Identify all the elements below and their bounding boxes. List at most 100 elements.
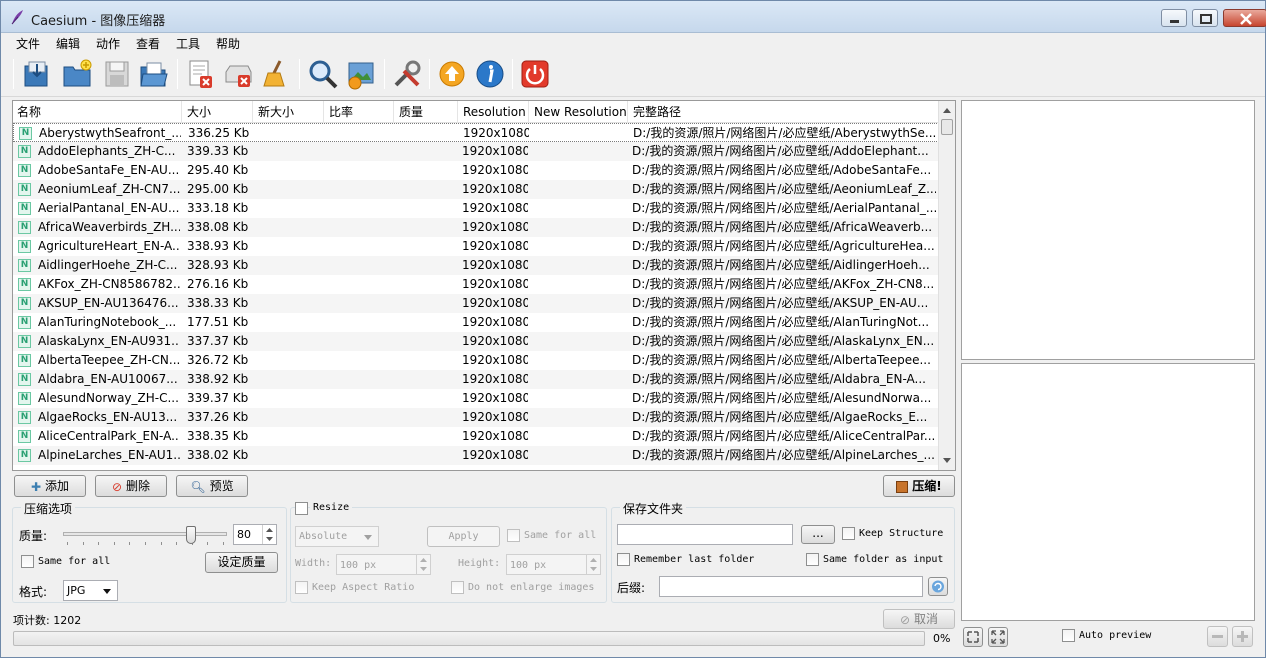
table-scrollbar[interactable] [938,101,955,470]
slider-tick [207,542,209,545]
no-enlarge-label: Do not enlarge images [468,582,595,593]
menu-tools[interactable]: 工具 [176,35,200,52]
suffix-refresh-button[interactable] [928,577,948,596]
menu-file[interactable]: 文件 [16,35,40,52]
menu-edit[interactable]: 编辑 [56,35,80,52]
format-select[interactable]: JPG [63,580,118,601]
browse-button[interactable]: ... [801,525,835,544]
image-file-icon: N [19,127,32,140]
compress-button[interactable]: 压缩! [883,475,955,497]
add-button[interactable]: ✚ 添加 [14,475,86,497]
tools-icon[interactable] [391,58,423,90]
keep-aspect-checkbox[interactable] [295,581,308,594]
table-row[interactable]: N AlbertaTeepee_ZH-CN... 326.72 Kb 1920x108… [13,351,939,370]
table-row[interactable]: N AerialPantanal_EN-AU... 333.18 Kb 1920x10… [13,199,939,218]
quality-spin-arrows[interactable] [262,525,276,544]
power-icon[interactable] [519,58,551,90]
preview-button[interactable]: 🔍︎ 预览 [176,475,248,497]
width-input[interactable]: 100 px [336,554,431,575]
col-name[interactable]: 名称 [13,101,182,123]
table-row[interactable]: N AdobeSantaFe_EN-AU... 295.40 Kb 1920x1080… [13,161,939,180]
scroll-thumb[interactable] [941,119,953,135]
cancel-button[interactable]: ⊘ 取消 [883,609,955,629]
cell-resolution: 1920x1080 [462,315,528,329]
table-row[interactable]: N AlgaeRocks_EN-AU13... 337.26 Kb 1920x1080… [13,408,939,427]
scroll-down-icon[interactable] [939,454,955,468]
table-row[interactable]: N AddoElephants_ZH-C... 339.33 Kb 1920x1080… [13,142,939,161]
set-quality-button[interactable]: 设定质量 [205,552,278,573]
table-row[interactable]: N AliceCentralPark_EN-A... 338.35 Kb 1920x1… [13,427,939,446]
no-enlarge-checkbox[interactable] [451,581,464,594]
clear-drive-icon[interactable] [222,58,254,90]
resize-checkbox[interactable] [295,502,308,515]
resize-apply-button[interactable]: Apply [427,526,500,547]
slider-handle[interactable] [186,526,197,544]
table-row[interactable]: N AeoniumLeaf_ZH-CN7... 295.00 Kb 1920x1080… [13,180,939,199]
open-list-icon[interactable] [138,58,170,90]
cell-size: 336.25 Kb [188,126,250,140]
cell-size: 338.93 Kb [187,239,249,253]
col-new-size[interactable]: 新大小 [254,101,324,123]
menu-help[interactable]: 帮助 [216,35,240,52]
quality-spinbox[interactable]: 80 [233,524,277,545]
table-row[interactable]: N AlesundNorway_ZH-C... 339.37 Kb 1920x1080… [13,389,939,408]
col-resolution[interactable]: Resolution [459,101,529,123]
col-quality[interactable]: 质量 [395,101,458,123]
table-row[interactable]: N AgricultureHeart_EN-A... 338.93 Kb 1920x1… [13,237,939,256]
cell-name: AlesundNorway_ZH-C... [38,391,179,405]
quality-same-for-all-checkbox[interactable] [21,555,34,568]
folder-add-icon[interactable] [61,58,93,90]
item-count: 项计数: 1202 [13,614,82,627]
height-spin-arrows[interactable] [586,555,600,574]
col-size[interactable]: 大小 [183,101,253,123]
same-folder-checkbox[interactable] [806,553,819,566]
resize-same-for-all-checkbox[interactable] [507,529,520,542]
col-new-resolution[interactable]: New Resolution [530,101,628,123]
broom-icon[interactable] [260,58,292,90]
width-spin-arrows[interactable] [416,555,430,574]
keep-structure-checkbox[interactable] [842,527,855,540]
table-row[interactable]: N AfricaWeaverbirds_ZH... 338.08 Kb 1920x10… [13,218,939,237]
remove-button[interactable]: ⊘ 删除 [95,475,167,497]
table-row[interactable]: N AlanTuringNotebook_... 177.51 Kb 1920x108… [13,313,939,332]
image-file-icon: N [18,259,31,272]
cell-path: D:/我的资源/照片/网络图片/必应壁纸/AKFox_ZH-CN8... [632,277,935,291]
magnifier-icon[interactable] [307,58,339,90]
table-row[interactable]: N AKSUP_EN-AU136476... 338.33 Kb 1920x1080 D… [13,294,939,313]
image-gear-icon[interactable] [345,58,377,90]
zoom-out-button[interactable] [1207,626,1228,647]
fit-original-button[interactable] [963,627,983,647]
table-row[interactable]: N AberystwythSeafront_... 336.25 Kb 1920x10… [13,123,939,142]
close-button[interactable] [1223,9,1266,27]
fullscreen-button[interactable] [988,627,1008,647]
table-row[interactable]: N AlpineLarches_EN-AU1... 338.02 Kb 1920x10… [13,446,939,465]
maximize-button[interactable] [1192,9,1218,27]
menu-action[interactable]: 动作 [96,35,120,52]
output-folder-title: 保存文件夹 [620,500,687,517]
update-icon[interactable] [436,58,468,90]
output-folder-input[interactable] [617,524,793,545]
info-icon[interactable] [474,58,506,90]
cell-size: 338.08 Kb [187,220,249,234]
cancel-label: 取消 [914,612,939,626]
remember-folder-checkbox[interactable] [617,553,630,566]
zoom-in-button[interactable] [1232,626,1253,647]
table-row[interactable]: N AKFox_ZH-CN8586782... 276.16 Kb 1920x1080… [13,275,939,294]
minimize-button[interactable] [1161,9,1187,27]
menu-view[interactable]: 查看 [136,35,160,52]
table-row[interactable]: N AidlingerHoehe_ZH-C... 328.93 Kb 1920x108… [13,256,939,275]
auto-preview-checkbox[interactable] [1062,629,1075,642]
suffix-input[interactable] [659,576,923,597]
height-input[interactable]: 100 px [506,554,601,575]
col-ratio[interactable]: 比率 [325,101,394,123]
save-icon[interactable] [101,58,133,90]
table-row[interactable]: N Aldabra_EN-AU10067... 338.92 Kb 1920x1080… [13,370,939,389]
remove-doc-icon[interactable] [184,58,216,90]
quality-slider[interactable] [63,526,227,546]
scroll-up-icon[interactable] [939,103,955,117]
table-row[interactable]: N AlaskaLynx_EN-AU931... 337.37 Kb 1920x108… [13,332,939,351]
col-full-path[interactable]: 完整路径 [629,101,939,123]
import-icon[interactable] [21,58,53,90]
resize-mode-select[interactable]: Absolute [295,526,379,547]
file-list-table[interactable]: 名称 大小 新大小 比率 质量 Resolution New Resolutio… [12,100,956,471]
